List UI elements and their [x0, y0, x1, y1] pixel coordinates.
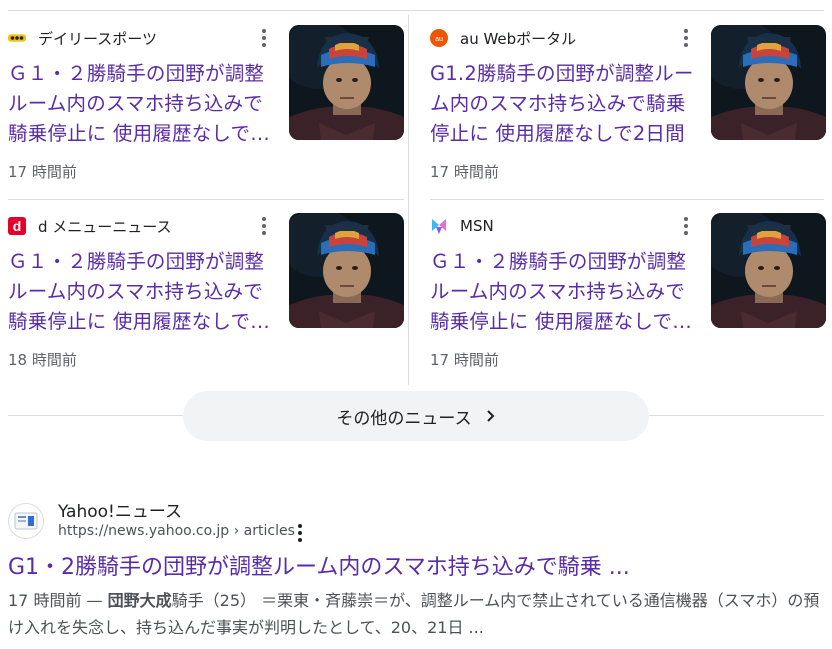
- msn-logo-icon: [430, 217, 448, 235]
- news-card[interactable]: MSN Ｇ１・２勝騎手の団野が調整ルーム内のスマホ持ち込みで騎乗停止に 使用履歴…: [430, 199, 830, 387]
- news-title[interactable]: Ｇ１・２勝騎手の団野が調整ルーム内のスマホ持ち込みで騎乗停止に 使用履歴なしで…: [430, 247, 702, 337]
- news-thumbnail[interactable]: [289, 25, 404, 140]
- news-card[interactable]: d d メニューニュース Ｇ１・２勝騎手の団野が調整ルーム内のスマホ持ち込みで騎…: [8, 199, 408, 387]
- result-title-link[interactable]: G1・2勝騎手の団野が調整ルーム内のスマホ持ち込みで騎乗 ...: [8, 549, 630, 581]
- daily-sports-logo-icon: [8, 29, 26, 47]
- result-more-options-icon[interactable]: [296, 523, 304, 543]
- svg-text:d: d: [13, 218, 22, 234]
- news-source: デイリースポーツ: [8, 27, 157, 49]
- news-card[interactable]: デイリースポーツ Ｇ１・２勝騎手の団野が調整ルーム内のスマホ持ち込みで騎乗停止に…: [8, 11, 408, 199]
- news-thumbnail[interactable]: [711, 25, 826, 140]
- news-title[interactable]: G1.2勝騎手の団野が調整ルーム内のスマホ持ち込みで騎乗停止に 使用履歴なしで2…: [430, 59, 702, 149]
- result-snippet-time: 17 時間前 —: [8, 591, 108, 610]
- news-source: MSN: [430, 215, 494, 237]
- news-grid: デイリースポーツ Ｇ１・２勝騎手の団野が調整ルーム内のスマホ持ち込みで騎乗停止に…: [8, 11, 826, 387]
- news-source: au au Webポータル: [430, 27, 576, 49]
- news-thumbnail[interactable]: [711, 213, 826, 328]
- news-source-name: MSN: [460, 217, 494, 235]
- svg-text:au: au: [435, 36, 443, 43]
- d-menu-logo-icon: d: [8, 217, 26, 235]
- more-news-button[interactable]: その他のニュース: [183, 391, 649, 441]
- news-source-name: デイリースポーツ: [38, 29, 157, 48]
- news-card[interactable]: au au Webポータル G1.2勝騎手の団野が調整ルーム内のスマホ持ち込みで…: [430, 11, 830, 199]
- news-title[interactable]: Ｇ１・２勝騎手の団野が調整ルーム内のスマホ持ち込みで騎乗停止に 使用履歴なしで…: [8, 247, 280, 337]
- news-title[interactable]: Ｇ１・２勝騎手の団野が調整ルーム内のスマホ持ち込みで騎乗停止に 使用履歴なしで…: [8, 59, 280, 149]
- result-snippet-highlight: 団野大成: [107, 591, 172, 610]
- chevron-right-icon: [486, 410, 494, 422]
- result-site-name: Yahoo!ニュース: [58, 502, 183, 522]
- result-snippet: 17 時間前 — 団野大成騎手（25） ＝栗東・斉藤崇＝が、調整ルーム内で禁止さ…: [8, 587, 824, 641]
- news-source: d d メニューニュース: [8, 215, 172, 237]
- column-divider: [408, 15, 409, 385]
- news-source-name: d メニューニュース: [38, 217, 172, 236]
- more-news-label: その他のニュース: [336, 408, 472, 429]
- news-time: 17 時間前: [430, 351, 499, 369]
- more-options-icon[interactable]: [258, 27, 270, 49]
- au-web-portal-logo-icon: au: [430, 29, 448, 47]
- news-thumbnail[interactable]: [289, 213, 404, 328]
- news-time: 18 時間前: [8, 351, 77, 369]
- result-url[interactable]: https://news.yahoo.co.jp › articles: [58, 523, 295, 539]
- news-source-name: au Webポータル: [460, 29, 577, 48]
- more-options-icon[interactable]: [680, 27, 692, 49]
- news-time: 17 時間前: [430, 163, 499, 181]
- more-options-icon[interactable]: [258, 215, 270, 237]
- yahoo-news-favicon-icon: [8, 503, 44, 539]
- news-time: 17 時間前: [8, 163, 77, 181]
- more-options-icon[interactable]: [680, 215, 692, 237]
